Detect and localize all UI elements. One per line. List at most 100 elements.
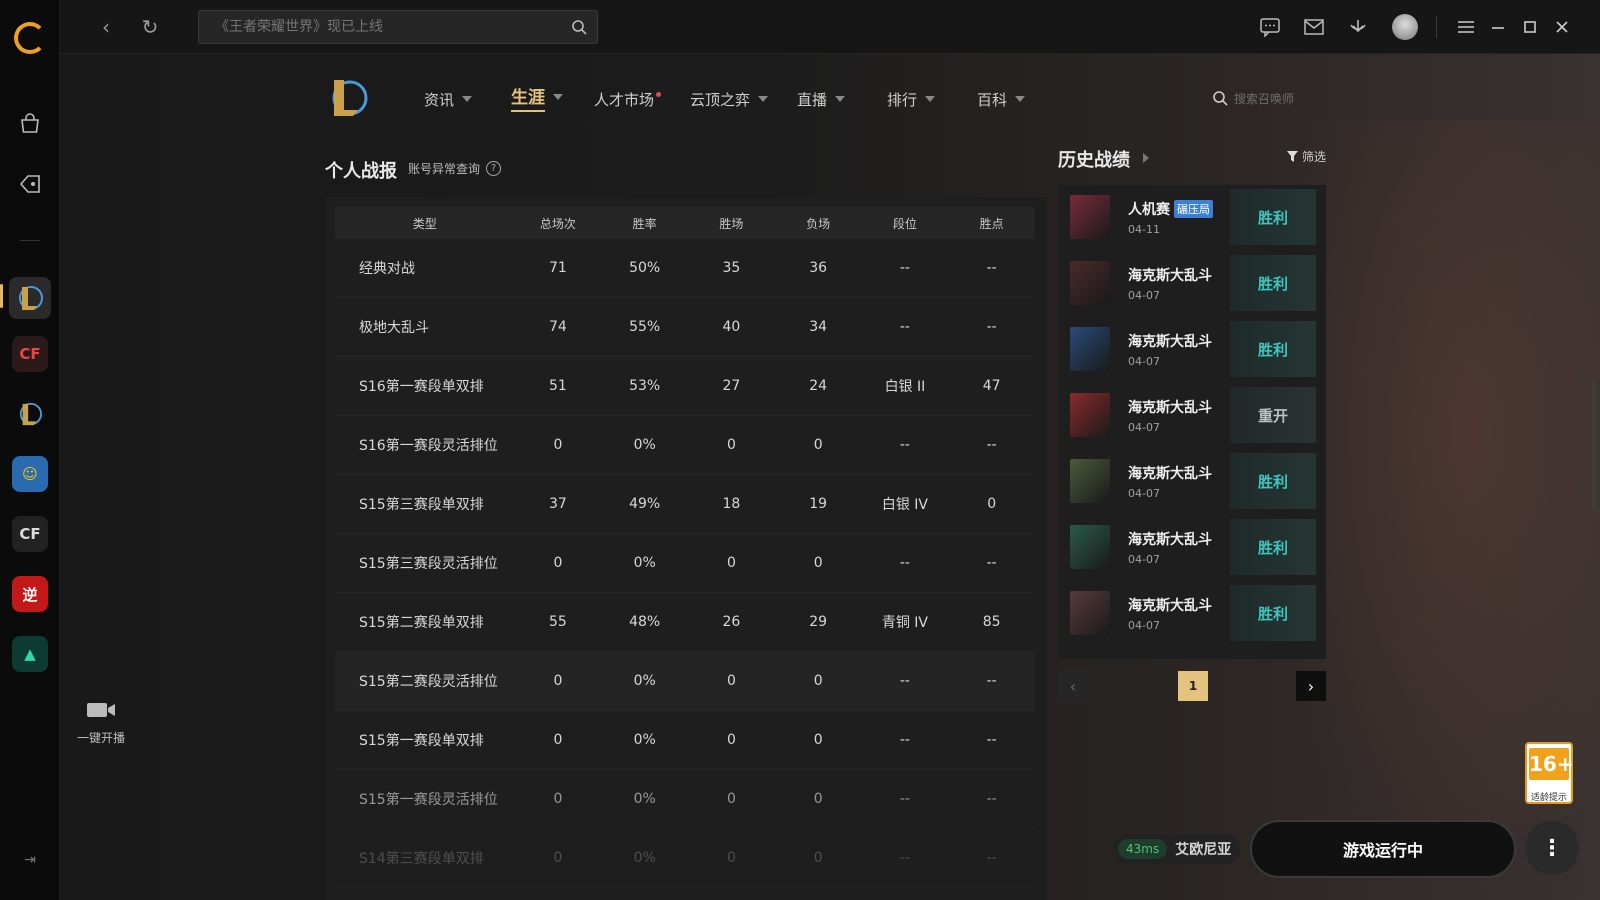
history-item[interactable]: 海克斯大乱斗 04-07 胜利	[1068, 255, 1316, 311]
game-nishuihan-icon[interactable]: 逆	[12, 576, 48, 612]
close-icon[interactable]	[1550, 15, 1574, 39]
refresh-button[interactable]: ↻	[138, 15, 162, 39]
prev-page-button[interactable]: ‹	[1058, 671, 1088, 701]
chevron-down-icon	[758, 96, 769, 102]
cell-type: 经典对战	[359, 261, 415, 277]
app-window: CF ☺ CF 逆 ▲ ⇥ ‹ ↻ 《王者荣耀世界》现已上线 资讯 生涯 人才市…	[0, 0, 1600, 900]
nav-live[interactable]: 直播	[797, 86, 846, 112]
table-row[interactable]: 经典对战 71 50% 35 36 -- --	[335, 239, 1035, 298]
nav-career-label: 生涯	[511, 83, 545, 112]
game-triangle-icon[interactable]: ▲	[12, 636, 48, 672]
table-row[interactable]: S15第三赛段灵活排位 0 0% 0 0 -- --	[335, 534, 1035, 593]
game-cf-icon[interactable]: CF	[12, 336, 48, 372]
nav-ranking[interactable]: 排行	[887, 86, 936, 112]
history-item[interactable]: 海克斯大乱斗 04-07 胜利	[1068, 585, 1316, 641]
history-item[interactable]: 人机赛 碾压局 04-11 胜利	[1068, 189, 1316, 245]
game-lol-icon[interactable]	[9, 277, 51, 319]
cell-lp: 85	[982, 614, 1001, 630]
match-result[interactable]: 胜利	[1230, 453, 1316, 509]
table-row[interactable]: S14第三赛段单双排 0 0% 0 0 -- --	[335, 829, 1035, 888]
store-bag-icon[interactable]	[14, 108, 46, 140]
cell-winrate: 0%	[633, 555, 656, 571]
match-date: 04-07	[1128, 619, 1160, 632]
match-result[interactable]: 重开	[1230, 387, 1316, 443]
summoner-search-placeholder[interactable]: 搜索召唤师	[1234, 90, 1294, 107]
maximize-icon[interactable]	[1518, 15, 1542, 39]
help-icon[interactable]: ?	[486, 161, 502, 176]
table-row[interactable]: S15第二赛段灵活排位 0 0% 0 0 -- --	[335, 652, 1035, 711]
nav-career[interactable]: 生涯	[511, 83, 563, 112]
download-icon[interactable]	[1346, 15, 1370, 39]
minimize-icon[interactable]	[1486, 15, 1510, 39]
table-row[interactable]: S16第一赛段单双排 51 53% 27 24 白银 II 47	[335, 357, 1035, 416]
game-character-icon[interactable]: ☺	[12, 456, 48, 492]
summoner-search[interactable]: 搜索召唤师	[1212, 88, 1294, 108]
match-result[interactable]: 胜利	[1230, 189, 1316, 245]
match-date: 04-07	[1128, 421, 1160, 434]
user-avatar[interactable]	[1392, 14, 1418, 40]
table-row[interactable]: S15第一赛段单双排 0 0% 0 0 -- --	[335, 711, 1035, 770]
filter-label: 筛选	[1302, 150, 1327, 164]
page-number[interactable]: 1	[1178, 671, 1208, 701]
chevron-right-icon[interactable]	[1143, 153, 1149, 163]
match-result[interactable]: 胜利	[1230, 585, 1316, 641]
account-anomaly-label[interactable]: 账号异常查询	[408, 160, 480, 177]
history-item[interactable]: 海克斯大乱斗 04-07 胜利	[1068, 321, 1316, 377]
game-running-button[interactable]: 游戏运行中	[1250, 820, 1516, 878]
account-anomaly-link[interactable]: 账号异常查询?	[408, 160, 502, 177]
app-logo-icon[interactable]	[14, 22, 46, 54]
match-result[interactable]: 胜利	[1230, 519, 1316, 575]
cell-total: 0	[553, 437, 563, 453]
history-item[interactable]: 海克斯大乱斗 04-07 胜利	[1068, 453, 1316, 509]
rail-divider	[20, 240, 40, 241]
filter-button[interactable]: 筛选	[1287, 148, 1326, 165]
more-options-button[interactable]: ⋮	[1525, 821, 1579, 875]
table-row[interactable]: 极地大乱斗 74 55% 40 34 -- --	[335, 298, 1035, 357]
cell-losses: 19	[809, 496, 828, 512]
global-search[interactable]	[198, 10, 598, 44]
table-row[interactable]: S15第一赛段灵活排位 0 0% 0 0 -- --	[335, 770, 1035, 829]
menu-icon[interactable]	[1454, 15, 1478, 39]
cell-total: 0	[553, 673, 563, 689]
history-title[interactable]: 历史战绩	[1058, 146, 1130, 172]
video-camera-icon	[87, 703, 115, 717]
game-cf-hd-icon[interactable]: CF	[12, 516, 48, 552]
tag-icon[interactable]	[14, 168, 46, 200]
one-click-live-button[interactable]: 一键开播	[68, 700, 134, 746]
history-item[interactable]: 海克斯大乱斗 04-07 重开	[1068, 387, 1316, 443]
cell-wins: 26	[722, 614, 741, 630]
match-result[interactable]: 胜利	[1230, 321, 1316, 377]
game-lol-alt-icon[interactable]	[12, 396, 48, 432]
lol-logo-icon[interactable]	[328, 76, 368, 120]
cell-wins: 0	[726, 673, 736, 689]
history-item[interactable]: 海克斯大乱斗 04-07 胜利	[1068, 519, 1316, 575]
match-mode-label: 海克斯大乱斗	[1128, 268, 1212, 284]
expand-rail-icon[interactable]: ⇥	[20, 852, 40, 872]
match-result[interactable]: 胜利	[1230, 255, 1316, 311]
global-search-input[interactable]	[199, 11, 559, 43]
nav-talent-market[interactable]: 人才市场	[594, 86, 662, 112]
nav-tft[interactable]: 云顶之弈	[690, 86, 769, 112]
age-rating-badge: 16+ 适龄提示	[1525, 742, 1574, 804]
mail-icon[interactable]	[1302, 15, 1326, 39]
table-row[interactable]: S15第三赛段单双排 37 49% 18 19 白银 IV 0	[335, 475, 1035, 534]
cell-wins: 0	[726, 437, 736, 453]
cell-winrate: 55%	[629, 319, 661, 335]
back-button[interactable]: ‹	[94, 15, 118, 39]
table-row[interactable]: S15第二赛段单双排 55 48% 26 29 青铜 IV 85	[335, 593, 1035, 652]
next-page-button[interactable]: ›	[1296, 671, 1326, 701]
cell-winrate: 48%	[629, 614, 661, 630]
scrollbar[interactable]	[1592, 380, 1596, 510]
match-mode-label: 人机赛	[1128, 202, 1170, 218]
match-date: 04-11	[1128, 223, 1160, 236]
search-icon[interactable]	[571, 19, 587, 35]
cell-wins: 40	[722, 319, 741, 335]
live-label: 一键开播	[76, 731, 125, 745]
cell-lp: --	[986, 850, 997, 866]
table-row[interactable]: S16第一赛段灵活排位 0 0% 0 0 -- --	[335, 416, 1035, 475]
nav-wiki[interactable]: 百科	[977, 86, 1026, 112]
server-status[interactable]: 43ms 艾欧尼亚	[1112, 834, 1240, 864]
nav-news[interactable]: 资讯	[424, 86, 473, 112]
chat-icon[interactable]	[1258, 15, 1282, 39]
cell-type: S15第三赛段灵活排位	[359, 556, 498, 572]
